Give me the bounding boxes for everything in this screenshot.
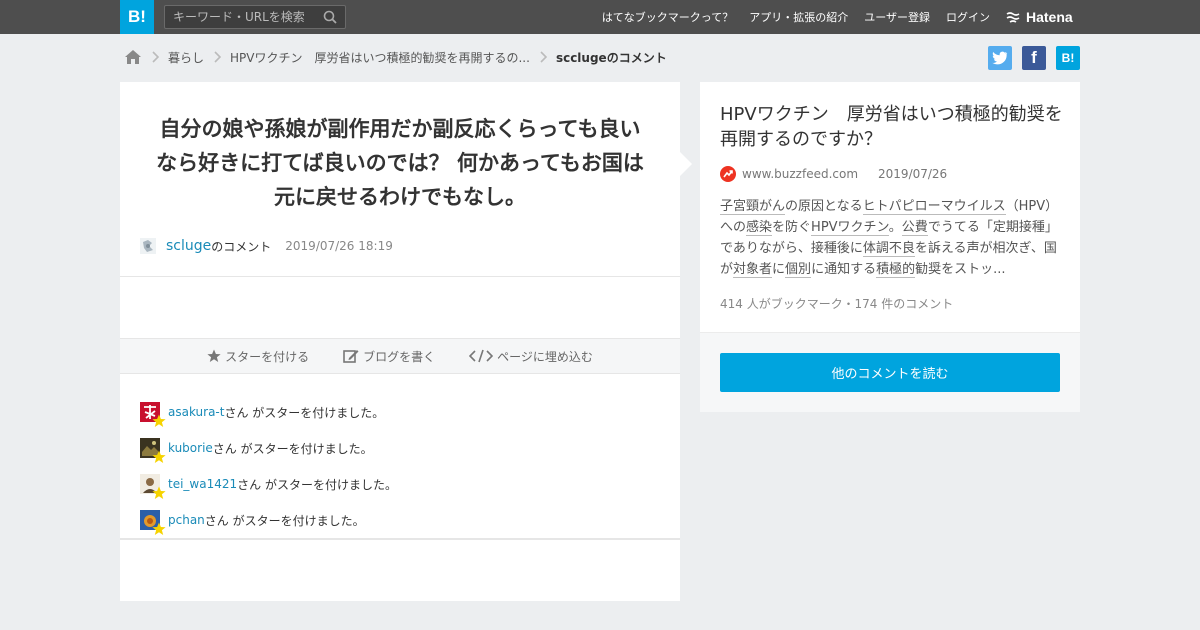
entry-panel-footer: 他のコメントを読む	[700, 332, 1080, 412]
comment-text: 自分の娘や孫娘が副作用だか副反応くらっても良いなら好きに打てば良いのでは？ 何か…	[156, 117, 644, 209]
entry-domain[interactable]: www.buzzfeed.com	[742, 167, 858, 181]
chevron-right-icon	[214, 51, 222, 63]
list-item: tei_wa1421 さん がスターを付けました。	[140, 466, 660, 502]
keyword-link[interactable]: 個別	[785, 262, 812, 278]
star-icon	[152, 450, 166, 463]
read-more-comments-button[interactable]: 他のコメントを読む	[720, 353, 1060, 392]
nav-signup[interactable]: ユーザー登録	[864, 9, 930, 25]
keyword-link[interactable]: 体調不良	[862, 241, 915, 257]
star-icon	[152, 486, 166, 499]
description-text: を防ぐ	[772, 220, 812, 235]
embed-button[interactable]: ページに埋め込む	[469, 348, 593, 365]
list-item: kuborie さん がスターを付けました。	[140, 430, 660, 466]
hatena-brand-label: Hatena	[1026, 9, 1073, 25]
write-blog-button[interactable]: ブログを書く	[343, 348, 435, 365]
star-user[interactable]: kuborie	[168, 441, 213, 455]
card-pointer	[680, 152, 692, 176]
bookmark-count[interactable]: 414 人がブックマーク・174 件のコメント	[720, 295, 953, 312]
description-text: 勧奨をストッ...	[915, 262, 1006, 277]
keyword-link[interactable]: 感染	[746, 220, 773, 236]
star-text: さん がスターを付けました。	[224, 405, 385, 420]
entry-panel: HPVワクチン 厚労省はいつ積極的勧奨を再開するのですか？ www.buzzfe…	[700, 82, 1080, 332]
comment-meta: scluge のコメント 2019/07/26 18:19	[140, 236, 393, 256]
edit-icon	[343, 350, 359, 363]
top-bar: B! はてなブックマークって？ アプリ・拡張の紹介 ユーザー登録 ログイン Ha…	[0, 0, 1200, 34]
buzzfeed-favicon-icon	[720, 166, 736, 182]
nav-apps[interactable]: アプリ・拡張の紹介	[749, 9, 848, 25]
star-icon	[152, 522, 166, 535]
keyword-link[interactable]: 子宮頸がん	[720, 199, 786, 215]
search-icon[interactable]	[323, 10, 337, 24]
avatar[interactable]	[140, 510, 166, 535]
star-text: さん がスターを付けました。	[237, 477, 397, 492]
keyword-link[interactable]: 対象者	[733, 262, 773, 278]
chevron-right-icon	[540, 51, 548, 63]
avatar[interactable]	[140, 402, 166, 427]
facebook-icon: f	[1031, 48, 1037, 67]
divider	[120, 276, 680, 277]
add-star-button[interactable]: スターを付ける	[207, 348, 309, 365]
hatena-brand[interactable]: Hatena	[1006, 7, 1073, 27]
facebook-share-button[interactable]: f	[1022, 46, 1046, 70]
chevron-right-icon	[152, 51, 160, 63]
search-input[interactable]	[165, 6, 315, 28]
keyword-link[interactable]: ヒトパピローマウイルス	[862, 199, 1006, 215]
nav-login[interactable]: ログイン	[946, 9, 990, 25]
divider	[120, 538, 680, 540]
twitter-icon	[992, 51, 1008, 65]
embed-label: ページに埋め込む	[497, 349, 593, 364]
star-text: さん がスターを付けました。	[204, 513, 365, 528]
description-text: に	[772, 262, 786, 277]
avatar[interactable]	[140, 438, 166, 463]
top-nav: はてなブックマークって？ アプリ・拡張の紹介 ユーザー登録 ログイン	[602, 0, 990, 34]
hatena-bookmark-icon: B!	[1061, 51, 1075, 65]
entry-date: 2019/07/26	[878, 167, 948, 181]
star-list: asakura-t さん がスターを付けました。 kuborie さん がスター…	[140, 394, 660, 538]
write-blog-label: ブログを書く	[363, 349, 436, 364]
list-item: asakura-t さん がスターを付けました。	[140, 394, 660, 430]
hatena-share-button[interactable]: B!	[1056, 46, 1080, 70]
breadcrumb-entry[interactable]: HPVワクチン 厚労省はいつ積極的勧奨を再開するの...	[230, 49, 530, 66]
twitter-share-button[interactable]	[988, 46, 1012, 70]
breadcrumb-current: scclugeのコメント	[555, 50, 667, 65]
keyword-link[interactable]: 公費	[901, 220, 928, 236]
keyword-link[interactable]: 積極的	[876, 262, 916, 278]
breadcrumb-category[interactable]: 暮らし	[168, 49, 204, 66]
keyword-link[interactable]: HPVワクチン	[811, 220, 889, 236]
star-user[interactable]: asakura-t	[168, 405, 224, 419]
star-user[interactable]: tei_wa1421	[168, 477, 237, 491]
action-bar: スターを付ける ブログを書く ページに埋め込む	[120, 338, 680, 374]
description-text: 。	[888, 220, 902, 235]
breadcrumb: 暮らし HPVワクチン 厚労省はいつ積極的勧奨を再開するの... sccluge…	[124, 47, 667, 67]
entry-title[interactable]: HPVワクチン 厚労省はいつ積極的勧奨を再開するのですか？	[720, 102, 1064, 152]
description-text: に通知する	[811, 262, 877, 277]
nav-about[interactable]: はてなブックマークって？	[602, 9, 733, 25]
hatena-bookmark-logo[interactable]: B!	[120, 0, 154, 34]
comment-user[interactable]: scluge	[166, 238, 211, 254]
code-icon	[469, 349, 494, 363]
star-user[interactable]: pchan	[168, 513, 205, 527]
avatar[interactable]	[140, 238, 156, 254]
search-box[interactable]	[164, 5, 346, 29]
comment-time[interactable]: 2019/07/26 18:19	[285, 239, 393, 253]
avatar[interactable]	[140, 474, 166, 499]
entry-description: 子宮頸がんの原因となるヒトパピローマウイルス（HPV）への感染を防ぐHPVワクチ…	[720, 196, 1060, 280]
home-icon[interactable]	[124, 49, 142, 65]
add-star-label: スターを付ける	[225, 349, 310, 364]
comment-user-suffix: のコメント	[211, 239, 272, 254]
comment-card: 自分の娘や孫娘が副作用だか副反応くらっても良いなら好きに打てば良いのでは？ 何か…	[120, 82, 680, 601]
star-icon	[207, 349, 221, 362]
hatena-icon	[1006, 12, 1020, 23]
star-icon	[152, 414, 166, 427]
list-item: pchan さん がスターを付けました。	[140, 502, 660, 538]
entry-source: www.buzzfeed.com 2019/07/26	[720, 165, 947, 183]
description-text: の原因となる	[785, 199, 863, 214]
star-text: さん がスターを付けました。	[212, 441, 373, 456]
